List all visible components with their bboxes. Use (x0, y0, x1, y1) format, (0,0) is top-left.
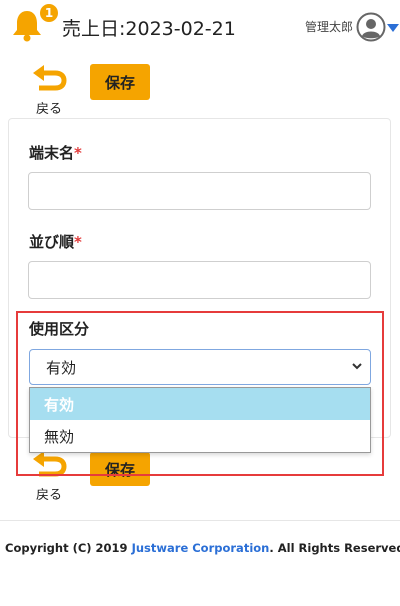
company-link[interactable]: Justware Corporation (132, 541, 270, 555)
sort-order-input[interactable] (28, 261, 371, 299)
back-label: 戻る (36, 102, 63, 117)
chevron-down-icon[interactable] (387, 24, 399, 32)
terminal-name-label: 端末名* (29, 144, 82, 162)
save-button[interactable]: 保存 (90, 64, 150, 100)
back-label: 戻る (36, 488, 63, 503)
highlight-box (16, 311, 384, 476)
header: 1 売上日:2023-02-21 管理太郎 (0, 0, 400, 52)
terminal-name-input[interactable] (28, 172, 371, 210)
sales-date: 売上日:2023-02-21 (62, 18, 236, 40)
required-mark: * (74, 233, 82, 251)
footer-divider (0, 520, 400, 521)
copyright: Copyright (C) 2019 Justware Corporation.… (5, 541, 400, 555)
notification-badge: 1 (38, 2, 60, 24)
required-mark: * (74, 144, 82, 162)
user-name[interactable]: 管理太郎 (305, 18, 353, 35)
back-button[interactable]: 戻る (28, 58, 72, 118)
avatar-icon[interactable] (356, 12, 386, 42)
back-arrow-icon (33, 65, 67, 91)
sort-order-label: 並び順* (29, 233, 82, 251)
